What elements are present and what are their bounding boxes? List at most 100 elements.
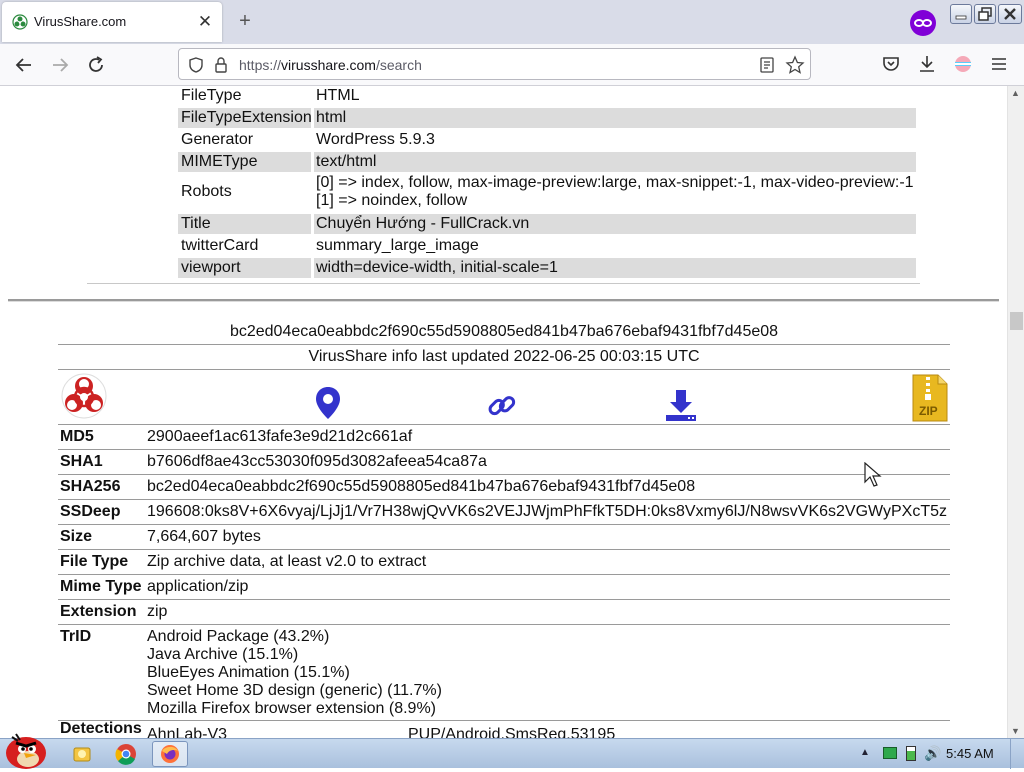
table-row: FileType HTML — [178, 86, 916, 106]
table-row: FileTypeExtension html — [178, 108, 916, 128]
metadata-key: MIMEType — [178, 152, 311, 172]
window-close-button[interactable] — [998, 4, 1022, 24]
table-row: MIMEType text/html — [178, 152, 916, 172]
system-clock[interactable]: 5:45 AM — [946, 746, 994, 761]
downloads-icon[interactable] — [916, 53, 938, 75]
table-row: Extension zip — [58, 600, 950, 625]
table-row: viewport width=device-width, initial-sca… — [178, 258, 916, 278]
pocket-icon[interactable] — [880, 53, 902, 75]
show-desktop-button[interactable] — [1010, 739, 1024, 769]
detail-value: 2900aeef1ac613fafe3e9d21d2c661af — [147, 428, 413, 445]
section-divider — [8, 299, 999, 302]
close-icon[interactable]: ✕ — [196, 13, 214, 31]
divider — [58, 344, 950, 345]
table-row: SHA1 b7606df8ae43cc53030f095d3082afeea54… — [58, 450, 950, 475]
back-arrow-icon[interactable] — [12, 53, 36, 77]
table-row: twitterCard summary_large_image — [178, 236, 916, 256]
metadata-key: FileType — [181, 87, 242, 104]
restore-button[interactable] — [974, 4, 996, 24]
detail-value: application/zip — [147, 578, 249, 595]
network-icon[interactable] — [883, 747, 897, 759]
robots-line-1: [1] => noindex, follow — [316, 192, 468, 209]
metadata-value: [0] => index, follow, max-image-preview:… — [314, 174, 916, 212]
trid-entry: BlueEyes Animation (15.1%) — [147, 664, 350, 681]
metadata-key: FileTypeExtension — [178, 108, 312, 128]
table-row: MD5 2900aeef1ac613fafe3e9d21d2c661af — [58, 425, 950, 450]
angry-bird-start-icon[interactable] — [2, 731, 48, 769]
download-icon[interactable] — [664, 388, 698, 422]
tab-strip: VirusShare.com ✕ + — [0, 0, 1024, 44]
table-row: SSDeep 196608:0ks8V+6X6vyaj/LjJj1/Vr7H38… — [58, 500, 950, 525]
detail-value: zip — [147, 603, 168, 620]
reload-icon[interactable] — [84, 53, 108, 77]
divider — [58, 369, 950, 370]
table-row: Generator WordPress 5.9.3 — [178, 130, 916, 150]
detail-value: b7606df8ae43cc53030f095d3082afeea54ca87a — [147, 453, 487, 470]
metadata-key: Robots — [181, 183, 232, 200]
private-browsing-icon — [910, 10, 936, 36]
detail-value: 7,664,607 bytes — [147, 528, 261, 545]
page-content: FileType HTML FileTypeExtension html Gen… — [0, 86, 1007, 738]
detail-key: Extension — [60, 603, 137, 620]
battery-icon[interactable] — [906, 746, 916, 761]
metadata-value: width=device-width, initial-scale=1 — [314, 258, 916, 278]
detail-value: Zip archive data, at least v2.0 to extra… — [147, 553, 427, 570]
table-row: File Type Zip archive data, at least v2.… — [58, 550, 950, 575]
detail-key: MD5 — [60, 428, 94, 445]
taskbar-firefox[interactable] — [152, 741, 188, 767]
detail-key: TrID — [60, 628, 92, 645]
metadata-key: Generator — [181, 131, 254, 148]
trid-entry: Android Package (43.2%) — [147, 628, 330, 645]
taskbar-explorer[interactable] — [64, 741, 100, 767]
detail-value: 196608:0ks8V+6X6vyaj/LjJj1/Vr7H38wjQvVK6… — [147, 503, 947, 520]
link-icon[interactable] — [486, 390, 518, 422]
detail-key: SHA256 — [60, 478, 121, 495]
bookmark-star-icon[interactable] — [785, 55, 805, 75]
vertical-scrollbar[interactable]: ▲ ▼ — [1007, 86, 1024, 738]
navigation-toolbar: https://virusshare.com/search — [0, 44, 1024, 86]
table-row: Title Chuyển Hướng - FullCrack.vn — [178, 214, 916, 234]
mouse-cursor-icon — [864, 462, 882, 487]
account-icon[interactable] — [952, 53, 974, 75]
reader-view-icon[interactable] — [759, 56, 775, 74]
metadata-value: summary_large_image — [316, 237, 479, 254]
url-text: https://virusshare.com/search — [239, 57, 422, 73]
menu-icon[interactable] — [988, 53, 1010, 75]
table-row: SHA256 bc2ed04eca0eabbdc2f690c55d5908805… — [58, 475, 950, 500]
metadata-value: text/html — [314, 152, 916, 172]
volume-icon[interactable]: 🔊 — [924, 745, 941, 762]
tray-expand-icon[interactable]: ▲ — [860, 747, 870, 758]
biohazard-icon — [12, 14, 28, 30]
map-pin-icon[interactable] — [314, 386, 342, 420]
scroll-up-arrow-icon[interactable]: ▲ — [1011, 88, 1020, 98]
zip-file-icon[interactable]: ZIP — [912, 374, 948, 422]
divider — [87, 283, 920, 284]
lock-icon[interactable] — [213, 56, 229, 74]
table-row: TrID Android Package (43.2%) Java Archiv… — [58, 625, 950, 721]
shield-icon[interactable] — [187, 56, 205, 74]
new-tab-button[interactable]: + — [234, 10, 256, 32]
metadata-value: html — [314, 108, 916, 128]
metadata-key: Title — [178, 214, 311, 234]
table-row: Robots [0] => index, follow, max-image-p… — [178, 174, 916, 212]
trid-entry: Java Archive (15.1%) — [147, 646, 299, 663]
url-bar[interactable]: https://virusshare.com/search — [178, 48, 811, 80]
detail-key: SHA1 — [60, 453, 103, 470]
biohazard-icon — [61, 373, 107, 419]
info-updated-text: VirusShare info last updated 2022-06-25 … — [308, 348, 700, 365]
trid-entry: Sweet Home 3D design (generic) (11.7%) — [147, 682, 442, 699]
trid-entry: Mozilla Firefox browser extension (8.9%) — [147, 700, 436, 717]
sample-hash-title: bc2ed04eca0eabbdc2f690c55d5908805ed841b4… — [229, 323, 779, 340]
metadata-key: twitterCard — [181, 237, 259, 254]
tab-virusshare[interactable]: VirusShare.com ✕ — [2, 2, 222, 42]
detail-value: bc2ed04eca0eabbdc2f690c55d5908805ed841b4… — [147, 478, 696, 495]
zip-label: ZIP — [919, 404, 938, 418]
minimize-button[interactable] — [950, 4, 972, 24]
table-row: Mime Type application/zip — [58, 575, 950, 600]
scroll-down-arrow-icon[interactable]: ▼ — [1011, 726, 1020, 736]
scroll-thumb[interactable] — [1010, 312, 1023, 330]
metadata-key: viewport — [178, 258, 311, 278]
taskbar-chrome[interactable] — [108, 741, 144, 767]
forward-arrow-icon[interactable] — [48, 53, 72, 77]
metadata-value: HTML — [316, 87, 360, 104]
